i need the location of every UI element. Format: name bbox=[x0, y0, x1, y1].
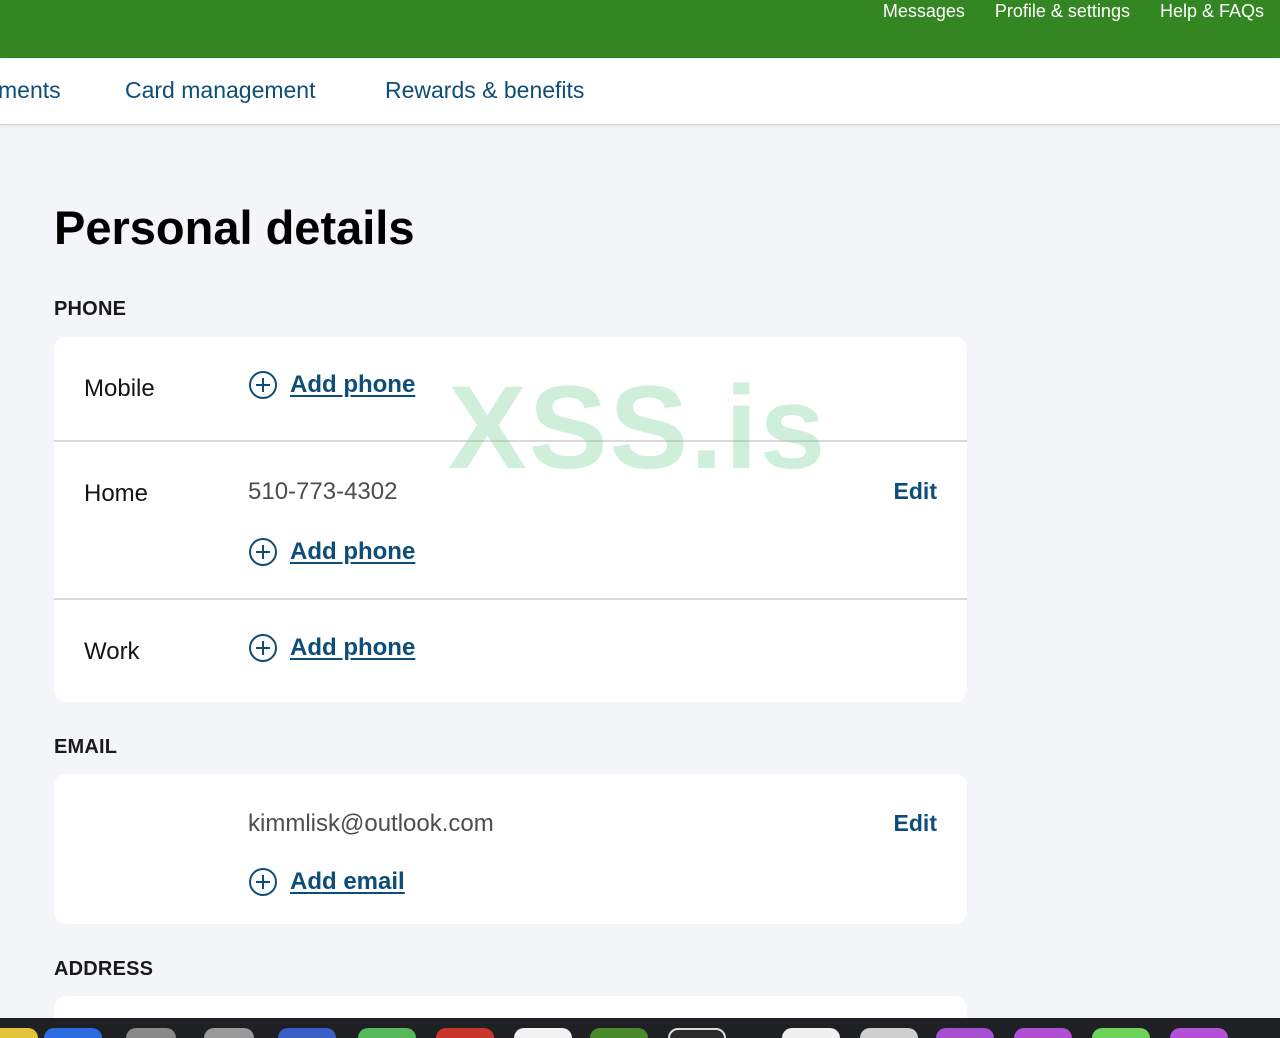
plus-circle-icon bbox=[249, 634, 277, 662]
row-label: Home bbox=[84, 480, 149, 507]
add-email-link[interactable]: Add email bbox=[248, 867, 405, 897]
add-mobile-phone-link[interactable]: Add phone bbox=[248, 370, 415, 400]
dock-app-icon[interactable] bbox=[126, 1028, 176, 1038]
email-value: kimmlisk@outlook.com bbox=[248, 810, 494, 837]
plus-circle-icon bbox=[249, 538, 277, 566]
dock-app-icon[interactable] bbox=[782, 1028, 840, 1038]
phone-row-home: Home 510-773-4302 Edit Add phone bbox=[54, 440, 967, 599]
edit-home-phone-button[interactable]: Edit bbox=[894, 478, 937, 505]
phone-card: Mobile Add phone Home 510-773-4302 Edit … bbox=[54, 337, 967, 702]
add-phone-label: Add phone bbox=[290, 634, 416, 661]
dock-app-icon[interactable] bbox=[0, 1028, 38, 1038]
dock-app-icon[interactable] bbox=[668, 1028, 726, 1038]
dock-app-icon[interactable] bbox=[1170, 1028, 1228, 1038]
phone-row-work: Work Add phone bbox=[54, 598, 967, 702]
add-phone-label: Add phone bbox=[290, 371, 416, 398]
home-phone-value: 510-773-4302 bbox=[248, 478, 398, 505]
tab-card-management[interactable]: Card management bbox=[125, 77, 316, 104]
plus-circle-icon bbox=[249, 371, 277, 399]
top-bar: Messages Profile & settings Help & FAQs bbox=[0, 0, 1280, 58]
top-links: Messages Profile & settings Help & FAQs bbox=[883, 0, 1264, 22]
edit-email-button[interactable]: Edit bbox=[894, 810, 937, 837]
plus-circle-icon bbox=[249, 868, 277, 896]
tab-payments[interactable]: ments bbox=[0, 77, 61, 104]
phone-row-mobile: Mobile Add phone bbox=[54, 337, 967, 441]
tab-rewards-benefits[interactable]: Rewards & benefits bbox=[385, 77, 584, 104]
dock-app-icon[interactable] bbox=[514, 1028, 572, 1038]
email-card: kimmlisk@outlook.com Edit Add email bbox=[54, 774, 967, 924]
dock-app-icon[interactable] bbox=[204, 1028, 254, 1038]
dock-app-icon[interactable] bbox=[44, 1028, 102, 1038]
profile-settings-link[interactable]: Profile & settings bbox=[995, 0, 1130, 22]
row-label: Work bbox=[84, 638, 140, 665]
page-title: Personal details bbox=[54, 201, 415, 254]
add-home-phone-link[interactable]: Add phone bbox=[248, 537, 415, 567]
messages-link[interactable]: Messages bbox=[883, 0, 965, 22]
row-label: Mobile bbox=[84, 375, 155, 402]
phone-section-label: PHONE bbox=[54, 298, 127, 320]
dock-app-icon[interactable] bbox=[278, 1028, 336, 1038]
dock-app-icon[interactable] bbox=[1092, 1028, 1150, 1038]
email-section-label: EMAIL bbox=[54, 736, 118, 758]
add-phone-label: Add phone bbox=[290, 538, 416, 565]
add-email-label: Add email bbox=[290, 868, 405, 895]
dock-app-icon[interactable] bbox=[936, 1028, 994, 1038]
add-work-phone-link[interactable]: Add phone bbox=[248, 633, 415, 663]
macos-dock bbox=[0, 1018, 1280, 1038]
address-section-label: ADDRESS bbox=[54, 958, 154, 980]
dock-app-icon[interactable] bbox=[590, 1028, 648, 1038]
help-faqs-link[interactable]: Help & FAQs bbox=[1160, 0, 1264, 22]
dock-app-icon[interactable] bbox=[1014, 1028, 1072, 1038]
dock-app-icon[interactable] bbox=[436, 1028, 494, 1038]
dock-app-icon[interactable] bbox=[358, 1028, 416, 1038]
sub-navigation: ments Card management Rewards & benefits bbox=[0, 58, 1280, 125]
dock-app-icon[interactable] bbox=[860, 1028, 918, 1038]
